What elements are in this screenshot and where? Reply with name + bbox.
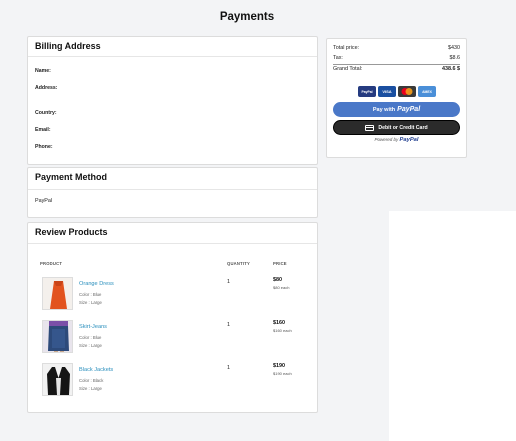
table-row: Black Jackets Color : Black Size : Large… <box>28 363 317 399</box>
billing-address-card: Billing Address Name: Address: Country: … <box>27 36 318 165</box>
product-color: Color : Black <box>79 378 104 383</box>
grand-total-value: 438.6 $ <box>442 66 460 72</box>
debit-credit-card-button[interactable]: Debit or Credit Card <box>333 120 460 135</box>
column-price: PRICE <box>273 261 287 266</box>
accepted-cards: PayPal VISA AMEX <box>358 86 436 97</box>
review-products-header: Review Products <box>28 223 317 244</box>
amex-card-icon: AMEX <box>418 86 436 97</box>
email-label: Email: <box>35 127 51 133</box>
debit-credit-label: Debit or Credit Card <box>378 124 428 131</box>
review-products-heading: Review Products <box>35 227 108 237</box>
product-price: $190 <box>273 363 285 369</box>
product-quantity: 1 <box>227 365 230 371</box>
product-unit-price: $190 each <box>273 371 292 376</box>
payment-method-header: Payment Method <box>28 168 317 190</box>
table-row: Orange Dress Color : Blue Size : Large 1… <box>28 277 317 313</box>
paypal-button-prefix: Pay with <box>372 106 396 113</box>
product-color: Color : Blue <box>79 335 102 340</box>
summary-divider <box>333 64 460 65</box>
total-price-value: $430 <box>448 45 460 51</box>
credit-card-icon <box>365 124 375 131</box>
product-unit-price: $160 each <box>273 328 292 333</box>
mastercard-icon <box>398 86 416 97</box>
powered-by-prefix: Powered by <box>374 137 399 142</box>
order-summary-card: Total price: $430 Tax: $8.6 Grand Total:… <box>326 38 467 158</box>
powered-by-paypal: Powered by PayPal <box>327 137 466 143</box>
denim-skirt-image <box>42 320 73 353</box>
column-quantity: QUANTITY <box>227 261 251 266</box>
product-name-link[interactable]: Black Jackets <box>79 367 113 373</box>
product-quantity: 1 <box>227 279 230 285</box>
tax-row: Tax: $8.6 <box>333 55 460 61</box>
product-price: $80 <box>273 277 282 283</box>
grand-total-row: Grand Total: 438.6 $ <box>333 66 460 72</box>
visa-card-icon: VISA <box>378 86 396 97</box>
country-label: Country: <box>35 110 57 116</box>
payment-method-card: Payment Method PayPal <box>27 167 318 218</box>
tax-label: Tax: <box>333 55 343 61</box>
black-jacket-image <box>42 363 73 396</box>
product-color: Color : Blue <box>79 292 102 297</box>
billing-address-header: Billing Address <box>28 37 317 57</box>
product-quantity: 1 <box>227 322 230 328</box>
review-products-card: Review Products PRODUCT QUANTITY PRICE O… <box>27 222 318 413</box>
payment-method-heading: Payment Method <box>35 172 108 182</box>
product-size: Size : Large <box>79 300 102 305</box>
product-size: Size : Large <box>79 386 102 391</box>
powered-by-brand: PayPal <box>399 137 419 143</box>
column-product: PRODUCT <box>40 261 63 266</box>
name-label: Name: <box>35 68 51 74</box>
paypal-card-icon: PayPal <box>358 86 376 97</box>
grand-total-label: Grand Total: <box>333 66 363 72</box>
orange-dress-image <box>42 277 73 310</box>
product-price: $160 <box>273 320 285 326</box>
page-title: Payments <box>219 11 275 23</box>
tax-value: $8.6 <box>449 55 461 61</box>
total-price-label: Total price: <box>333 45 360 51</box>
table-row: Skirt-Jeans Color : Blue Size : Large 1 … <box>28 320 317 356</box>
pay-with-paypal-button[interactable]: Pay with PayPal <box>333 102 460 117</box>
payment-method-value: PayPal <box>35 198 53 204</box>
phone-label: Phone: <box>35 144 53 150</box>
product-name-link[interactable]: Skirt-Jeans <box>79 324 107 330</box>
billing-address-heading: Billing Address <box>35 41 101 51</box>
product-name-link[interactable]: Orange Dress <box>79 281 114 287</box>
total-price-row: Total price: $430 <box>333 45 460 51</box>
blank-panel <box>389 211 516 441</box>
address-label: Address: <box>35 85 58 91</box>
product-unit-price: $80 each <box>273 285 290 290</box>
paypal-button-brand: PayPal <box>397 106 421 113</box>
product-size: Size : Large <box>79 343 102 348</box>
